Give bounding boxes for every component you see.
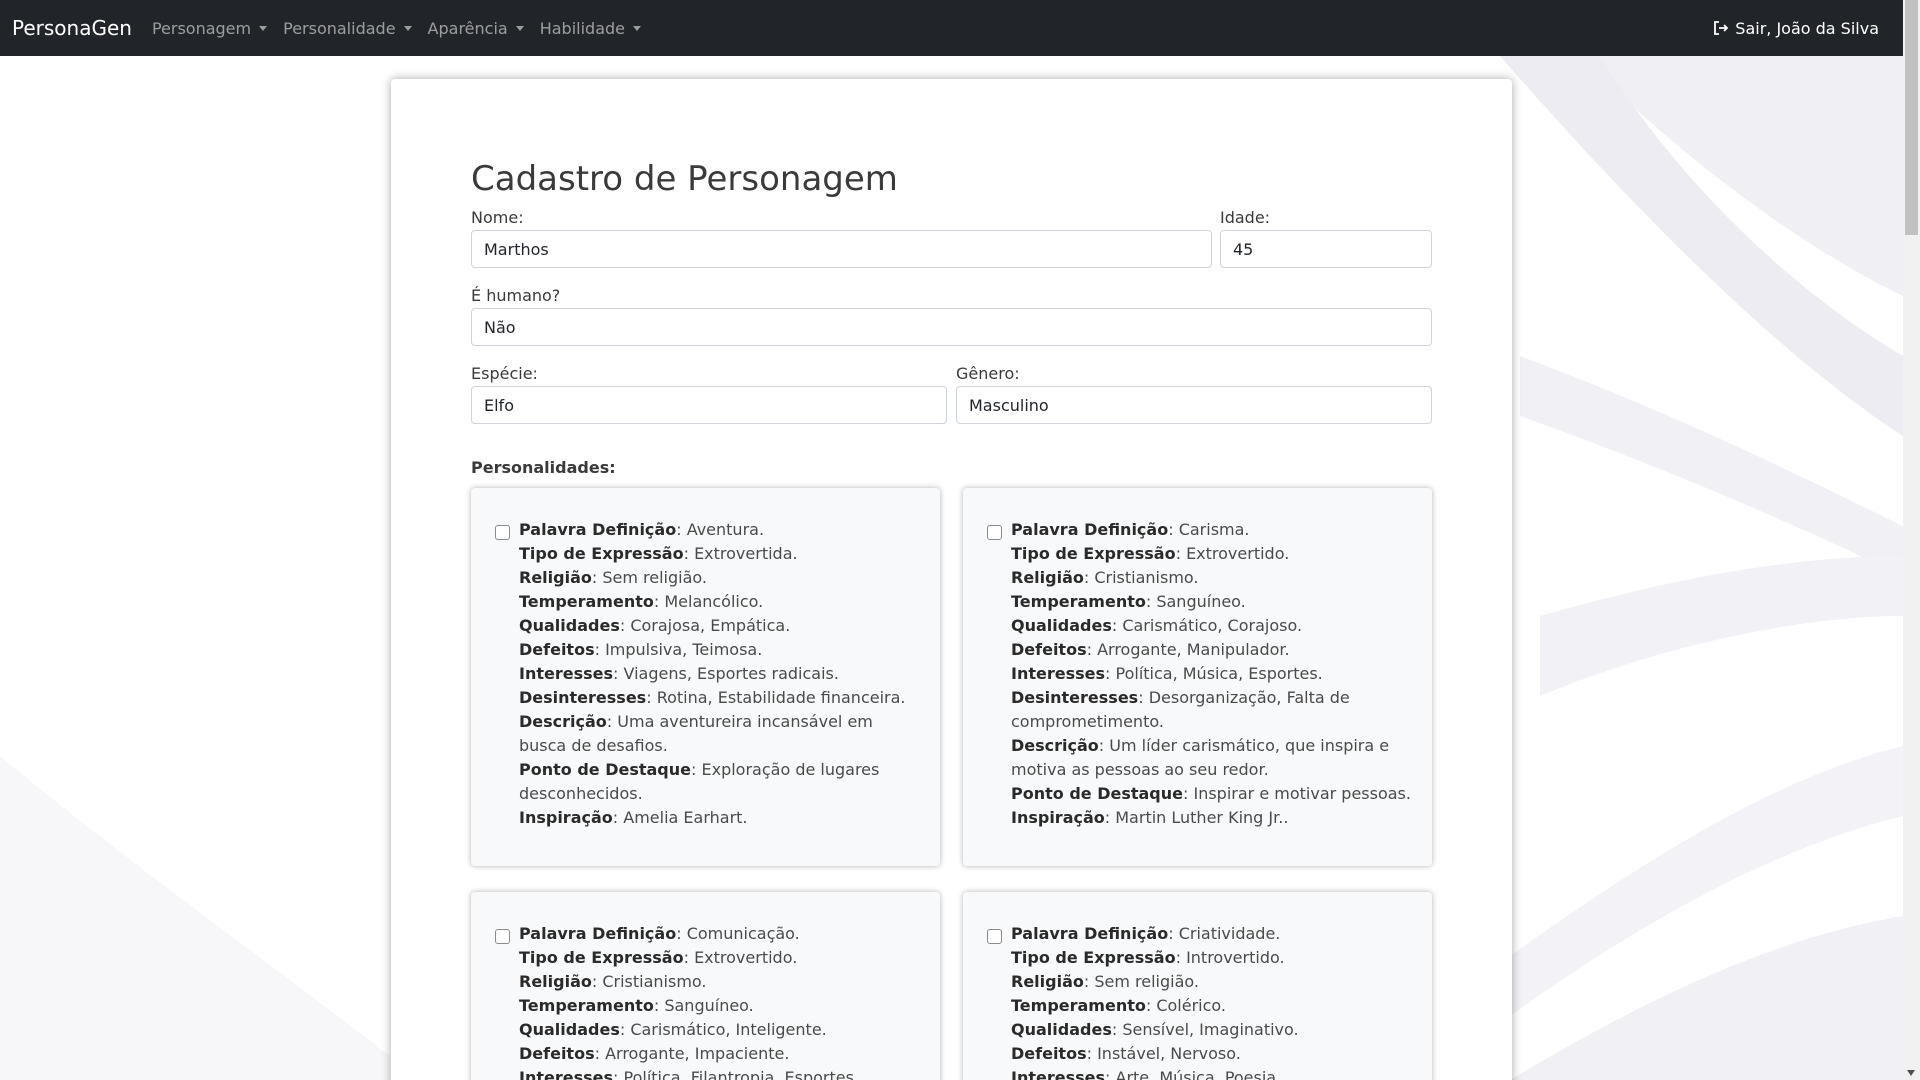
personalidades-label: Personalidades: <box>471 458 616 477</box>
personality-card: Palavra Definição: Aventura. Tipo de Exp… <box>471 488 940 866</box>
personality-details: Palavra Definição: Comunicação. Tipo de … <box>519 924 859 1080</box>
nav-dropdown-personagem[interactable]: Personagem <box>144 19 275 38</box>
personality-checkbox[interactable] <box>495 525 510 540</box>
nome-label: Nome: <box>471 208 524 227</box>
logout-icon <box>1714 21 1729 35</box>
idade-label: Idade: <box>1220 208 1271 227</box>
nav-label: Personalidade <box>283 18 396 38</box>
personality-checkbox[interactable] <box>495 929 510 944</box>
scroll-down-arrow-icon[interactable] <box>1907 1070 1915 1076</box>
genero-label: Gênero: <box>956 364 1020 383</box>
especie-field[interactable]: Elfo <box>471 386 947 424</box>
character-form-card: Cadastro de Personagem Nome: Marthos Ida… <box>391 79 1512 1080</box>
idade-field[interactable]: 45 <box>1220 230 1432 268</box>
chevron-down-icon <box>633 25 641 31</box>
nav-dropdown-aparencia[interactable]: Aparência <box>420 19 532 38</box>
genero-field[interactable]: Masculino <box>956 386 1432 424</box>
logout-label: Sair, João da Silva <box>1735 18 1879 38</box>
brand-logo[interactable]: PersonaGen <box>12 16 132 40</box>
logout-link[interactable]: Sair, João da Silva <box>1713 19 1879 38</box>
chevron-down-icon <box>515 25 524 31</box>
personality-details: Palavra Definição: Criatividade. Tipo de… <box>1011 924 1299 1080</box>
personality-card: Palavra Definição: Carisma. Tipo de Expr… <box>963 488 1432 866</box>
nav-dropdown-habilidade[interactable]: Habilidade <box>532 19 649 38</box>
scrollbar-thumb[interactable] <box>1905 0 1918 235</box>
chevron-down-icon <box>259 25 268 31</box>
personality-details: Palavra Definição: Carisma. Tipo de Expr… <box>1011 520 1411 827</box>
nome-field[interactable]: Marthos <box>471 230 1212 268</box>
personality-details: Palavra Definição: Aventura. Tipo de Exp… <box>519 520 906 827</box>
nav-label: Habilidade <box>539 18 625 38</box>
personality-checkbox[interactable] <box>987 525 1002 540</box>
personality-checkbox[interactable] <box>987 929 1002 944</box>
nav-label: Aparência <box>427 18 508 38</box>
nav-dropdown-personalidade[interactable]: Personalidade <box>275 19 419 38</box>
especie-label: Espécie: <box>471 364 538 383</box>
personality-card: Palavra Definição: Criatividade. Tipo de… <box>963 892 1432 1080</box>
chevron-down-icon <box>403 25 412 31</box>
page-scrollbar[interactable] <box>1903 0 1920 1080</box>
page-title: Cadastro de Personagem <box>471 159 898 199</box>
humano-label: É humano? <box>471 286 561 305</box>
navbar: PersonaGen Personagem Personalidade Apar… <box>0 0 1903 56</box>
personality-card: Palavra Definição: Comunicação. Tipo de … <box>471 892 940 1080</box>
nav-label: Personagem <box>151 18 252 38</box>
humano-select[interactable]: Não <box>471 308 1432 346</box>
